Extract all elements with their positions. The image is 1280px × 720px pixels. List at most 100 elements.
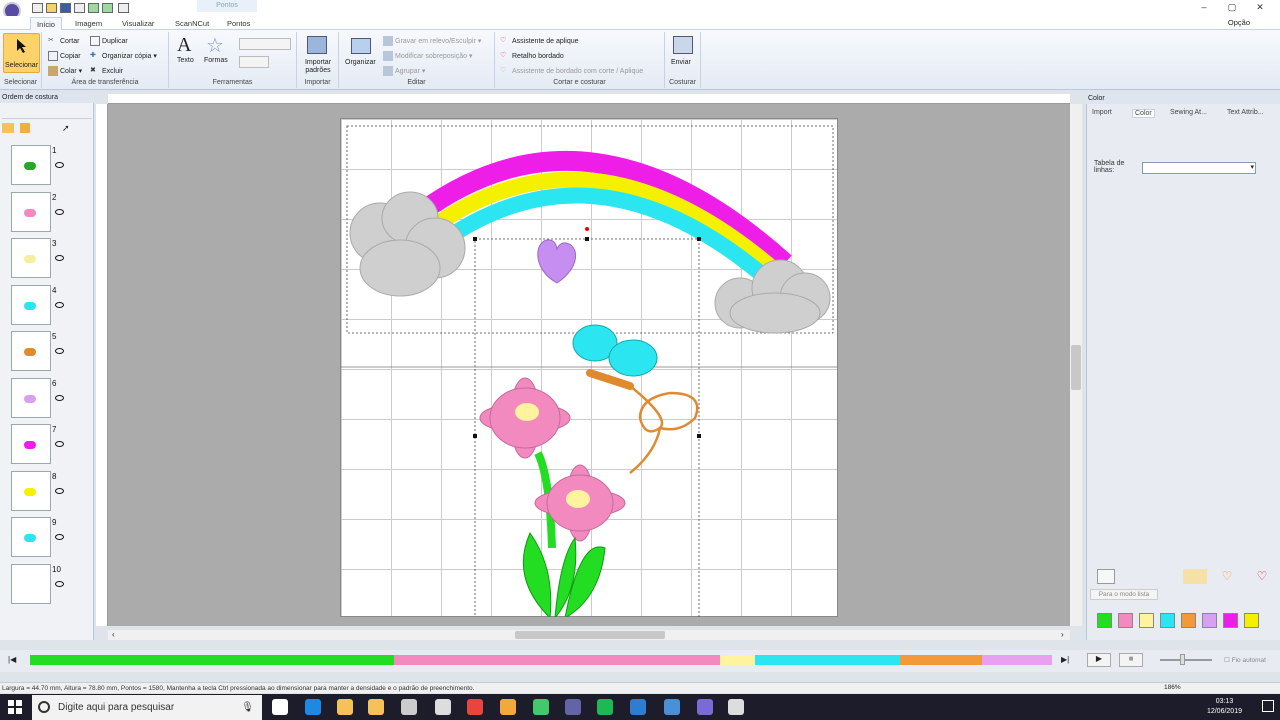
butterfly-wing-right[interactable]: [608, 339, 658, 377]
thread-color-swatch[interactable]: [1097, 613, 1112, 628]
spotify-icon[interactable]: [597, 699, 613, 715]
tab-text-attributes[interactable]: Text Attrib...: [1227, 109, 1264, 116]
tab-sewing-attributes[interactable]: Sewing At...: [1170, 109, 1207, 116]
cursor-arrow-icon[interactable]: ➚: [62, 123, 70, 134]
chrome-icon[interactable]: [467, 699, 483, 715]
tab-pontos[interactable]: Pontos: [221, 17, 256, 30]
media-icon[interactable]: [664, 699, 680, 715]
app-icon[interactable]: [533, 699, 549, 715]
skip-end-icon[interactable]: ▶|: [1061, 655, 1069, 664]
thread-color-swatch[interactable]: [1181, 613, 1196, 628]
thread-color-swatch[interactable]: [1244, 613, 1259, 628]
patch-button[interactable]: ♡ Retalho bordado: [500, 51, 564, 61]
color-sequence-segment[interactable]: [755, 655, 900, 665]
duplicate-button[interactable]: Duplicar: [90, 36, 128, 46]
butterfly-flight-path[interactable]: [629, 385, 699, 474]
organize-button[interactable]: Organizar: [345, 59, 376, 66]
eye-icon[interactable]: [55, 348, 64, 354]
thread-table-select[interactable]: ▾: [1142, 162, 1256, 174]
sewing-order-thumbnail[interactable]: [11, 191, 51, 232]
applique-wizard-button[interactable]: ♡ Assistente de aplique: [500, 36, 579, 46]
copy-button[interactable]: Copiar: [48, 51, 81, 61]
undo-icon[interactable]: [88, 3, 99, 13]
color-sequence-segment[interactable]: [394, 655, 720, 665]
sewing-order-thumbnail[interactable]: [11, 284, 51, 325]
eye-icon[interactable]: [55, 255, 64, 261]
sewing-order-thumbnail[interactable]: [11, 238, 51, 278]
open-icon[interactable]: [46, 3, 57, 13]
heart-icon[interactable]: ♡: [1250, 569, 1274, 584]
applique-tool-icon[interactable]: [1183, 569, 1207, 584]
text-tool-icon[interactable]: A: [177, 34, 191, 57]
eye-icon[interactable]: [55, 441, 64, 447]
taskbar-search-input[interactable]: Digite aqui para pesquisar 🎙: [32, 695, 262, 720]
file-explorer-icon[interactable]: [337, 699, 353, 715]
speed-slider-thumb[interactable]: [1180, 654, 1185, 665]
close-icon[interactable]: ✕: [1250, 2, 1270, 14]
list-mode-button[interactable]: Para o modo lista: [1090, 589, 1158, 600]
embroidery-design[interactable]: [340, 118, 838, 617]
tab-inicio[interactable]: Início: [30, 17, 62, 30]
emboss-button[interactable]: Gravar em relevo/Esculpir ▾: [383, 36, 481, 46]
minimize-icon[interactable]: –: [1194, 2, 1214, 14]
windows-start-icon[interactable]: [8, 700, 22, 714]
settings-icon[interactable]: [401, 699, 417, 715]
hand-tool[interactable]: [239, 56, 269, 68]
sewing-order-thumbnail[interactable]: [11, 424, 51, 464]
color-sequence-segment[interactable]: [982, 655, 1052, 665]
new-icon[interactable]: [32, 3, 43, 13]
print-preview-icon[interactable]: [74, 3, 85, 13]
cloud-right[interactable]: [714, 259, 831, 334]
stop-button[interactable]: ■: [1119, 653, 1143, 667]
scroll-right-icon[interactable]: ›: [1061, 630, 1064, 639]
sewing-order-thumbnail[interactable]: [11, 145, 51, 185]
color-sequence-segment[interactable]: [720, 655, 755, 665]
store-icon[interactable]: [368, 699, 384, 715]
lock-icon[interactable]: [20, 123, 30, 133]
maximize-icon[interactable]: ▢: [1222, 2, 1242, 14]
purple-heart[interactable]: [537, 239, 576, 284]
skip-start-icon[interactable]: |◀: [8, 655, 16, 664]
modify-overlap-button[interactable]: Modificar sobreposição ▾: [383, 51, 472, 61]
sewing-order-thumbnail[interactable]: [11, 563, 51, 604]
color-sequence-segment[interactable]: [30, 655, 394, 665]
horizontal-scroll-thumb[interactable]: [515, 631, 665, 639]
send-icon[interactable]: [673, 36, 693, 54]
delete-button[interactable]: ✖ Excluir: [90, 66, 123, 76]
sewing-order-thumbnail[interactable]: [11, 470, 51, 511]
sewing-order-thumbnail[interactable]: [11, 377, 51, 418]
import-patterns-icon[interactable]: [307, 36, 327, 54]
thread-color-swatch[interactable]: [1160, 613, 1175, 628]
mail-icon[interactable]: [435, 699, 451, 715]
sewing-order-toolbar[interactable]: [2, 107, 92, 119]
task-view-icon[interactable]: [272, 699, 288, 715]
eye-icon[interactable]: [55, 162, 64, 168]
shapes-tool-label[interactable]: Formas: [204, 57, 228, 64]
paste-button[interactable]: Colar ▾: [48, 66, 82, 76]
organize-icon[interactable]: [351, 38, 371, 54]
eye-icon[interactable]: [55, 580, 64, 587]
color-sequence-segment[interactable]: [900, 655, 982, 665]
eye-icon[interactable]: [55, 394, 64, 401]
tab-import[interactable]: Import: [1092, 109, 1112, 116]
eye-icon[interactable]: [55, 487, 64, 494]
tab-imagem[interactable]: Imagem: [69, 17, 108, 30]
embroidery-app-icon[interactable]: [697, 699, 713, 715]
zoom-toolbar[interactable]: [239, 38, 291, 50]
rotate-handle[interactable]: [585, 227, 589, 231]
notifications-icon[interactable]: [1262, 700, 1274, 712]
notepad-icon[interactable]: [728, 699, 744, 715]
flower-top[interactable]: [479, 377, 571, 459]
redo-icon[interactable]: [102, 3, 113, 13]
chrome-alt-icon[interactable]: [500, 699, 516, 715]
folder-icon[interactable]: [2, 123, 14, 133]
cut-applique-button[interactable]: ♡ Assistente de bordado com corte / Apliq…: [500, 66, 643, 76]
teams-icon[interactable]: [565, 699, 581, 715]
import-patterns-button[interactable]: Importar padrões: [300, 59, 336, 75]
frame-icon[interactable]: [1097, 569, 1115, 584]
sewing-order-thumbnail[interactable]: [11, 517, 51, 557]
group-button[interactable]: Agrupar ▾: [383, 66, 425, 76]
tab-visualizar[interactable]: Visualizar: [116, 17, 160, 30]
play-button[interactable]: ▶: [1087, 653, 1111, 667]
auto-thread-checkbox[interactable]: ☐ Fio automat: [1224, 656, 1266, 664]
